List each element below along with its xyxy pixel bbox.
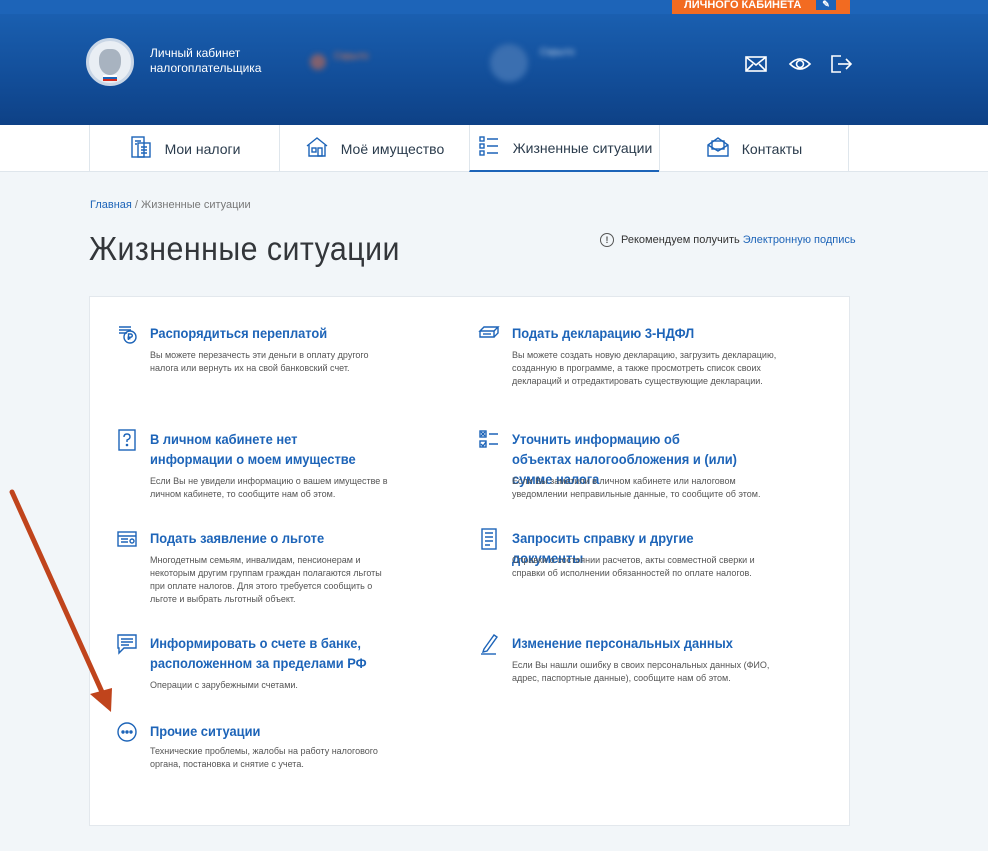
personal-account-tab-label: ЛИЧНОГО КАБИНЕТА bbox=[684, 0, 802, 11]
avatar[interactable] bbox=[490, 44, 528, 82]
situation-title[interactable]: Подать заявление о льготе bbox=[150, 528, 389, 548]
situation-description: Технические проблемы, жалобы на работу н… bbox=[150, 746, 378, 769]
brand-line-1: Личный кабинет bbox=[150, 46, 241, 60]
checklist-icon bbox=[478, 429, 500, 451]
info-icon: ! bbox=[600, 233, 614, 247]
nav-life-situations-label: Жизненные ситуации bbox=[512, 139, 653, 156]
nav-my-taxes[interactable]: Мои налоги bbox=[89, 125, 279, 172]
situation-title[interactable]: Подать декларацию 3-НДФЛ bbox=[512, 323, 751, 343]
nav-life-situations[interactable]: Жизненные ситуации bbox=[469, 125, 659, 172]
situation-declaration[interactable]: Подать декларацию 3-НДФЛ Вы можете созда… bbox=[478, 323, 776, 403]
recommend-signature: ! Рекомендуем получить Электронную подпи… bbox=[600, 233, 856, 247]
situation-benefit-application[interactable]: Подать заявление о льготе Многодетным се… bbox=[116, 528, 396, 608]
electronic-signature-link[interactable]: Электронную подпись bbox=[743, 234, 856, 246]
ruble-coin-icon bbox=[116, 323, 138, 345]
situation-title[interactable]: В личном кабинете нет информации о моем … bbox=[150, 429, 380, 469]
situation-overpayment[interactable]: Распорядиться переплатой Вы можете перез… bbox=[116, 323, 396, 393]
nav-contacts-label: Контакты bbox=[741, 140, 803, 157]
situation-no-property-info[interactable]: В личном кабинете нет информации о моем … bbox=[116, 429, 396, 501]
application-icon bbox=[116, 528, 138, 550]
list-icon bbox=[477, 134, 501, 161]
recommend-text: Рекомендуем получить bbox=[621, 234, 743, 246]
situation-description: Если Вы заметили в личном кабинете или н… bbox=[512, 476, 761, 499]
nav-contacts[interactable]: Контакты bbox=[659, 125, 849, 172]
situation-description: Операции с зарубежными счетами. bbox=[150, 680, 298, 690]
breadcrumb: Главная / Жизненные ситуации bbox=[90, 199, 251, 211]
pen-icon bbox=[478, 633, 500, 655]
brand-title[interactable]: Личный кабинет налогоплательщика bbox=[150, 46, 261, 76]
question-icon bbox=[116, 429, 138, 451]
situation-clarify-objects[interactable]: Уточнить информацию об объектах налогооб… bbox=[478, 429, 760, 501]
situation-title[interactable]: Распорядиться переплатой bbox=[150, 323, 389, 343]
situation-personal-data[interactable]: Изменение персональных данных Если Вы на… bbox=[478, 633, 769, 695]
blurred-notice: Скрыто bbox=[310, 50, 440, 82]
more-icon bbox=[116, 721, 138, 743]
situations-card: Распорядиться переплатой Вы можете перез… bbox=[89, 296, 850, 826]
logout-icon[interactable] bbox=[829, 54, 853, 74]
situation-description: Справки о состоянии расчетов, акты совме… bbox=[512, 555, 755, 578]
message-icon bbox=[116, 633, 138, 655]
house-icon bbox=[305, 135, 329, 162]
brand-line-2: налогоплательщика bbox=[150, 61, 262, 75]
eye-icon[interactable] bbox=[788, 54, 812, 74]
situation-other[interactable]: Прочие ситуации Технические проблемы, жа… bbox=[116, 721, 396, 781]
document-icon bbox=[478, 528, 500, 550]
nav-my-property[interactable]: Моё имущество bbox=[279, 125, 469, 172]
personal-account-tab[interactable]: ЛИЧНОГО КАБИНЕТА ✎ bbox=[672, 0, 850, 14]
blurred-user-info: Скрыто bbox=[540, 47, 575, 58]
declaration-icon bbox=[478, 323, 500, 345]
situation-description: Многодетным семьям, инвалидам, пенсионер… bbox=[150, 555, 382, 604]
tax-document-icon bbox=[129, 135, 153, 162]
situation-title[interactable]: Изменение персональных данных bbox=[512, 633, 751, 653]
breadcrumb-separator: / bbox=[131, 199, 142, 211]
situation-request-certificate[interactable]: Запросить справку и другие документы Спр… bbox=[478, 528, 758, 588]
situation-description: Если Вы нашли ошибку в своих персональны… bbox=[512, 660, 770, 683]
situation-description: Вы можете создать новую декларацию, загр… bbox=[512, 350, 777, 386]
situation-title[interactable]: Информировать о счете в банке, расположе… bbox=[150, 633, 380, 673]
situation-foreign-bank-account[interactable]: Информировать о счете в банке, расположе… bbox=[116, 633, 396, 695]
situation-description: Вы можете перезачесть эти деньги в оплат… bbox=[150, 350, 369, 373]
situation-title[interactable]: Прочие ситуации bbox=[150, 721, 389, 741]
pencil-icon[interactable]: ✎ bbox=[816, 0, 836, 10]
nav-my-property-label: Моё имущество bbox=[340, 140, 445, 157]
breadcrumb-current: Жизненные ситуации bbox=[141, 199, 251, 211]
envelope-icon bbox=[706, 135, 730, 162]
page-title: Жизненные ситуации bbox=[89, 230, 400, 267]
mail-icon[interactable] bbox=[744, 54, 768, 74]
breadcrumb-home-link[interactable]: Главная bbox=[90, 199, 132, 211]
nav-my-taxes-label: Мои налоги bbox=[164, 140, 241, 157]
main-nav: Мои налоги Моё имущество Жизненные ситуа… bbox=[0, 125, 988, 172]
header: Личный кабинет налогоплательщика Скрыто … bbox=[0, 14, 988, 125]
situation-description: Если Вы не увидели информацию о вашем им… bbox=[150, 476, 388, 499]
fns-logo-icon[interactable] bbox=[86, 38, 134, 86]
